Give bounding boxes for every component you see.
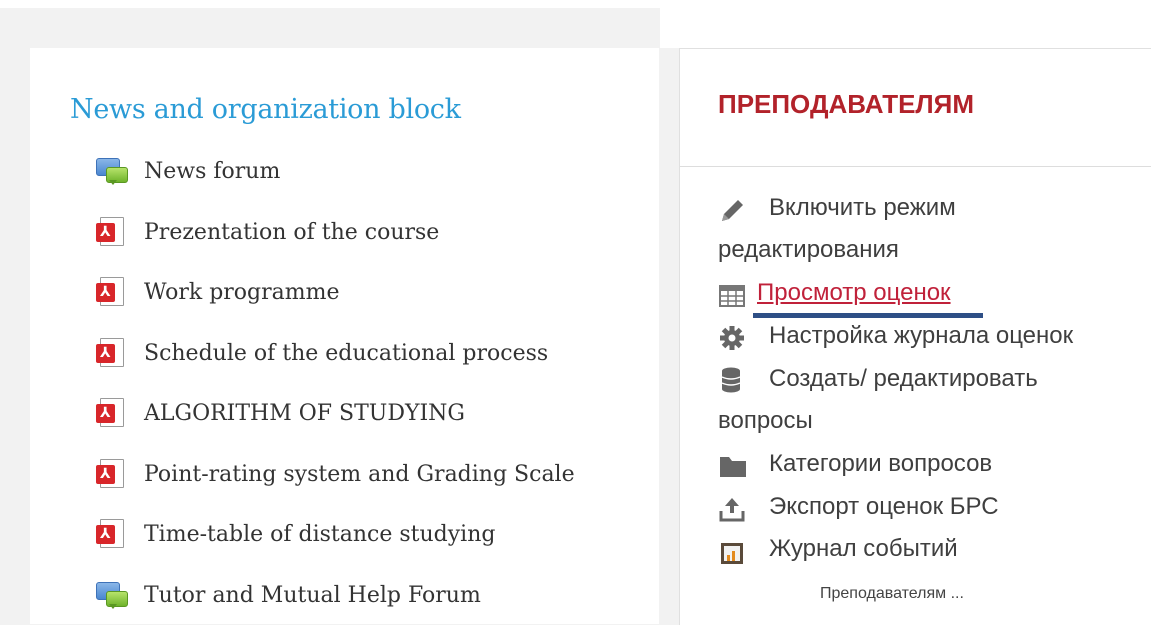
activity-point-rating[interactable]: ⅄ Point-rating system and Grading Scale [96,457,575,491]
folder-icon [720,457,746,477]
activity-label[interactable]: Time-table of distance studying [144,522,495,547]
export-grades-link[interactable]: Экспорт оценок БРС [769,493,999,521]
create-edit-questions-link-line2[interactable]: вопросы [718,407,813,435]
highlight-underline [753,313,983,318]
pdf-icon: ⅄ [96,217,128,247]
forum-icon [96,156,128,186]
activity-tutor-forum[interactable]: Tutor and Mutual Help Forum [96,578,481,612]
activity-time-table[interactable]: ⅄ Time-table of distance studying [96,517,495,551]
teachers-block-header: ПРЕПОДАВАТЕЛЯМ [680,49,1151,167]
activity-label[interactable]: Prezentation of the course [144,220,439,245]
activity-label[interactable]: Tutor and Mutual Help Forum [144,583,481,608]
activity-label[interactable]: ALGORITHM OF STUDYING [144,401,465,426]
pdf-icon: ⅄ [96,459,128,489]
event-log-link[interactable]: Журнал событий [769,535,958,563]
pdf-icon: ⅄ [96,338,128,368]
log-icon [721,543,743,564]
gear-icon [720,326,744,350]
teachers-block-title: ПРЕПОДАВАТЕЛЯМ [718,89,975,119]
pdf-icon: ⅄ [96,398,128,428]
activity-schedule[interactable]: ⅄ Schedule of the educational process [96,336,548,370]
database-icon [721,367,741,393]
upload-icon [719,498,745,522]
activity-label[interactable]: Point-rating system and Grading Scale [144,462,575,487]
activity-label[interactable]: News forum [144,159,280,184]
teachers-more-link[interactable]: Преподавателям ... [820,585,964,603]
activity-label[interactable]: Schedule of the educational process [144,341,548,366]
forum-icon [96,580,128,610]
top-right-band [660,0,1151,48]
gradebook-setup-link[interactable]: Настройка журнала оценок [769,322,1073,350]
question-categories-link[interactable]: Категории вопросов [769,450,992,478]
activity-work-programme[interactable]: ⅄ Work programme [96,275,340,309]
enable-editing-link-line2[interactable]: редактирования [718,236,899,264]
enable-editing-link[interactable]: Включить режим [769,194,956,222]
block-title: News and organization block [70,94,461,125]
activity-label[interactable]: Work programme [144,280,340,305]
activity-news-forum[interactable]: News forum [96,154,280,188]
pdf-icon: ⅄ [96,277,128,307]
view-grades-link[interactable]: Просмотр оценок [757,279,951,307]
table-icon [719,285,745,307]
create-edit-questions-link[interactable]: Создать/ редактировать [769,365,1038,393]
activity-presentation[interactable]: ⅄ Prezentation of the course [96,215,439,249]
pencil-icon [722,200,743,221]
activity-algorithm[interactable]: ⅄ ALGORITHM OF STUDYING [96,396,465,430]
news-organization-block: News and organization block News forum ⅄… [30,48,659,624]
pdf-icon: ⅄ [96,519,128,549]
